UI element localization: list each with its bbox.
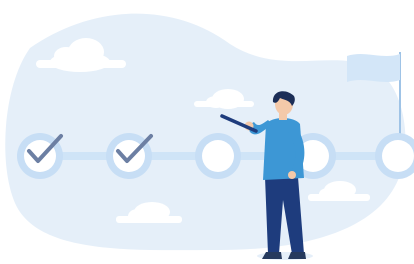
flag-icon <box>347 54 400 82</box>
left-hand <box>288 171 296 179</box>
right-shoe <box>288 252 306 259</box>
progress-illustration <box>5 13 414 260</box>
milestone-1 <box>17 133 63 179</box>
left-shoe <box>262 252 282 259</box>
milestone-3 <box>195 133 241 179</box>
milestone-2 <box>106 133 153 179</box>
